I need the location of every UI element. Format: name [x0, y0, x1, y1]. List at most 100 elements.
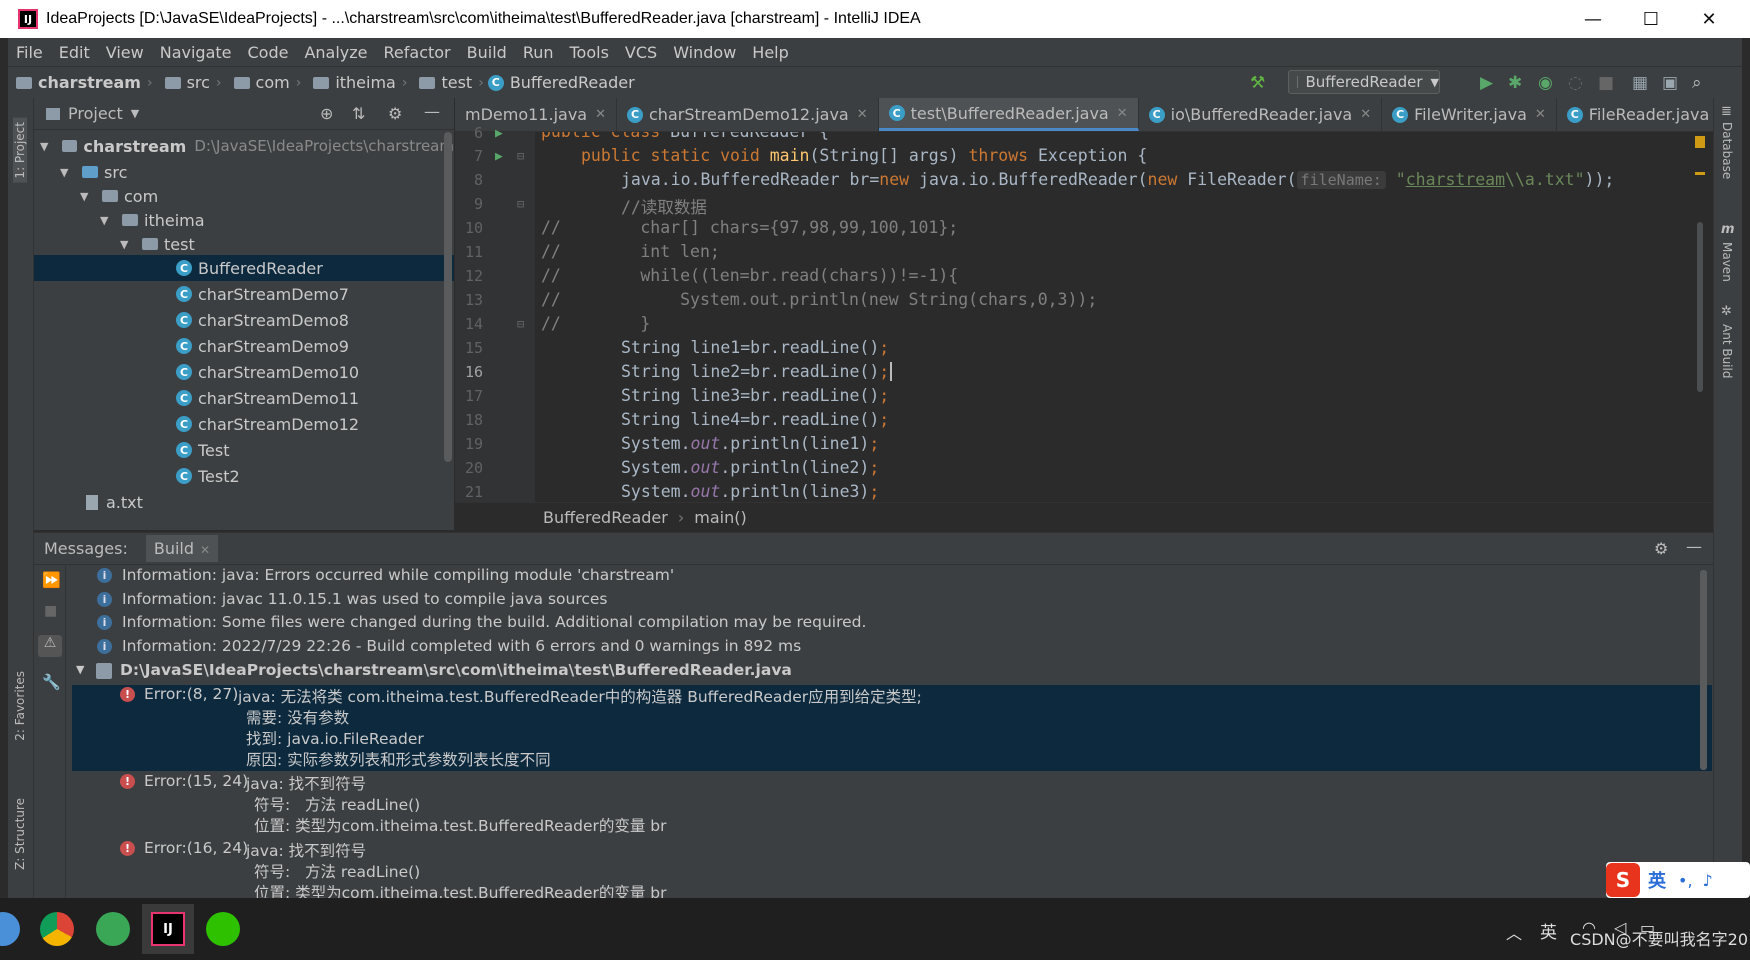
tree-item-charstreamdemo8[interactable]: CcharStreamDemo8 [34, 307, 454, 333]
menu-help[interactable]: Help [744, 43, 796, 62]
menu-tools[interactable]: Tools [562, 43, 617, 62]
crumb-class[interactable]: C BufferedReader [487, 73, 635, 92]
error-1-message[interactable]: java: 无法将类 com.itheima.test.BufferedRead… [238, 685, 922, 707]
tab-io-bufferedreader[interactable]: Cio\BufferedReader.java ✕ [1139, 98, 1383, 131]
build-hammer-icon[interactable]: ⚒ [1250, 73, 1265, 93]
menu-vcs[interactable]: VCS [617, 43, 665, 62]
hide-icon[interactable]: — [1686, 537, 1702, 556]
breadcrumb-method[interactable]: main() [694, 508, 746, 527]
message-info-4[interactable]: Information: 2022/7/29 22:26 - Build com… [122, 637, 801, 655]
hide-icon[interactable]: — [424, 102, 440, 121]
error-1-location[interactable]: Error:(8, 27) [144, 685, 238, 703]
menu-analyze[interactable]: Analyze [296, 43, 375, 62]
crumb-test[interactable]: test › [411, 73, 484, 92]
stop-icon[interactable]: ■ [44, 603, 57, 619]
wrench-icon[interactable]: 🔧 [42, 673, 61, 691]
tree-item-src[interactable]: ▼ src [34, 159, 454, 185]
error-3-message[interactable]: java: 找不到符号 [246, 839, 366, 861]
tree-item-bufferedreader[interactable]: C BufferedReader [34, 255, 454, 281]
tree-item-com[interactable]: ▼ com [34, 183, 454, 209]
tab-filereader[interactable]: CFileReader.java✕ [1557, 98, 1713, 131]
layout-icon[interactable]: ▣ [1662, 73, 1678, 93]
chevron-down-icon[interactable]: ▼ [131, 107, 139, 120]
close-tab-icon[interactable]: ✕ [1360, 107, 1371, 122]
menu-file[interactable]: File [8, 43, 51, 62]
stop-icon[interactable]: ■ [1598, 73, 1614, 93]
menu-window[interactable]: Window [665, 43, 744, 62]
tree-item-charstreamdemo12[interactable]: CcharStreamDemo12 [34, 411, 454, 437]
crumb-project[interactable]: charstream › [8, 73, 153, 92]
tree-item-charstreamdemo10[interactable]: CcharStreamDemo10 [34, 359, 454, 385]
tree-item-test-class[interactable]: C Test [34, 437, 454, 463]
fold-icon[interactable]: ⊟ [517, 197, 524, 211]
microphone-icon[interactable]: ♪ [1703, 871, 1713, 890]
collapse-all-icon[interactable]: ⇅ [352, 104, 365, 123]
menu-edit[interactable]: Edit [51, 43, 98, 62]
message-info-2[interactable]: Information: javac 11.0.15.1 was used to… [122, 590, 608, 608]
browser-icon[interactable] [96, 912, 130, 946]
error-3-location[interactable]: Error:(16, 24) [144, 839, 248, 857]
tree-item-test[interactable]: ▼ test [34, 231, 454, 257]
close-tab-icon[interactable]: ✕ [595, 107, 606, 122]
profile-icon[interactable]: ◌ [1568, 73, 1583, 93]
wechat-icon[interactable] [206, 912, 240, 946]
message-info-1[interactable]: Information: java: Errors occurred while… [122, 566, 674, 584]
structure-tool-tab[interactable]: Z: Structure [13, 798, 27, 870]
menu-run[interactable]: Run [515, 43, 562, 62]
crumb-src[interactable]: src › [157, 73, 222, 92]
build-tab[interactable]: Build ✕ [145, 535, 219, 562]
menu-navigate[interactable]: Navigate [152, 43, 240, 62]
tree-item-charstreamdemo7[interactable]: CcharStreamDemo7 [34, 281, 454, 307]
error-2-location[interactable]: Error:(15, 24) [144, 772, 248, 790]
code-editor[interactable]: public class BufferedReader { public sta… [535, 132, 1705, 502]
close-button[interactable]: ✕ [1680, 0, 1738, 38]
minimize-button[interactable]: — [1564, 0, 1622, 38]
favorites-tool-tab[interactable]: 2: Favorites [13, 671, 27, 741]
chrome-icon[interactable] [40, 912, 74, 946]
locate-icon[interactable]: ⊕ [320, 104, 333, 123]
close-tab-icon[interactable]: ✕ [200, 543, 210, 557]
fold-icon[interactable]: ⊟ [517, 149, 524, 163]
close-tab-icon[interactable]: ✕ [1535, 107, 1546, 122]
tree-item-charstream[interactable]: ▼ charstream D:\JavaSE\IdeaProjects\char… [34, 133, 454, 159]
expand-triangle-icon[interactable]: ▼ [76, 663, 84, 676]
search-icon[interactable]: ⌕ [1692, 73, 1702, 93]
project-view-select[interactable]: Project [68, 104, 123, 123]
gear-icon[interactable]: ⚙ [388, 104, 402, 123]
run-icon[interactable]: ▶ [1480, 73, 1493, 93]
fold-icon[interactable]: ⊟ [517, 317, 524, 331]
intellij-taskbar-icon[interactable]: IJ [151, 912, 185, 946]
maximize-button[interactable]: ☐ [1622, 0, 1680, 38]
warning-stripe[interactable] [1695, 172, 1705, 175]
debug-icon[interactable]: ✱ [1508, 73, 1522, 93]
chevron-up-icon[interactable]: ︿ [1506, 920, 1522, 944]
coverage-icon[interactable]: ◉ [1538, 73, 1553, 93]
ime-mode-label[interactable]: 英 [1648, 867, 1666, 893]
maven-tool-tab[interactable]: Maven [1720, 242, 1734, 282]
error-file-path[interactable]: D:\JavaSE\IdeaProjects\charstream\src\co… [120, 661, 792, 679]
gear-icon[interactable]: ⚙ [1654, 539, 1668, 558]
close-tab-icon[interactable]: ✕ [1117, 106, 1128, 121]
error-2-message[interactable]: java: 找不到符号 [246, 772, 366, 794]
menu-build[interactable]: Build [459, 43, 515, 62]
breadcrumb-class[interactable]: BufferedReader [543, 508, 668, 527]
run-main-gutter-icon[interactable]: ▶ [495, 149, 503, 164]
warning-filter-icon[interactable]: ⚠ [38, 635, 62, 657]
run-config-select[interactable]: BufferedReader ▼ [1288, 70, 1440, 94]
tree-item-charstreamdemo9[interactable]: CcharStreamDemo9 [34, 333, 454, 359]
project-structure-icon[interactable]: ▦ [1632, 73, 1648, 93]
database-tool-tab[interactable]: Database [1720, 122, 1734, 179]
tree-item-charstreamdemo11[interactable]: CcharStreamDemo11 [34, 385, 454, 411]
tab-test-bufferedreader[interactable]: Ctest\BufferedReader.java ✕ [878, 98, 1139, 131]
ant-build-tool-tab[interactable]: Ant Build [1720, 324, 1734, 378]
message-info-3[interactable]: Information: Some files were changed dur… [122, 613, 866, 631]
tab-filewriter[interactable]: C FileWriter.java ✕ [1382, 98, 1557, 131]
crumb-itheima[interactable]: itheima › [305, 73, 407, 92]
tree-item-itheima[interactable]: ▼ itheima [34, 207, 454, 233]
crumb-com[interactable]: com › [226, 73, 301, 92]
project-tool-tab[interactable]: 1: Project [13, 118, 27, 183]
run-class-gutter-icon[interactable]: ▶ [495, 126, 503, 141]
project-scrollbar[interactable] [444, 132, 452, 462]
warning-marker[interactable] [1695, 136, 1705, 148]
tree-item-a-txt[interactable]: a.txt [34, 489, 454, 515]
